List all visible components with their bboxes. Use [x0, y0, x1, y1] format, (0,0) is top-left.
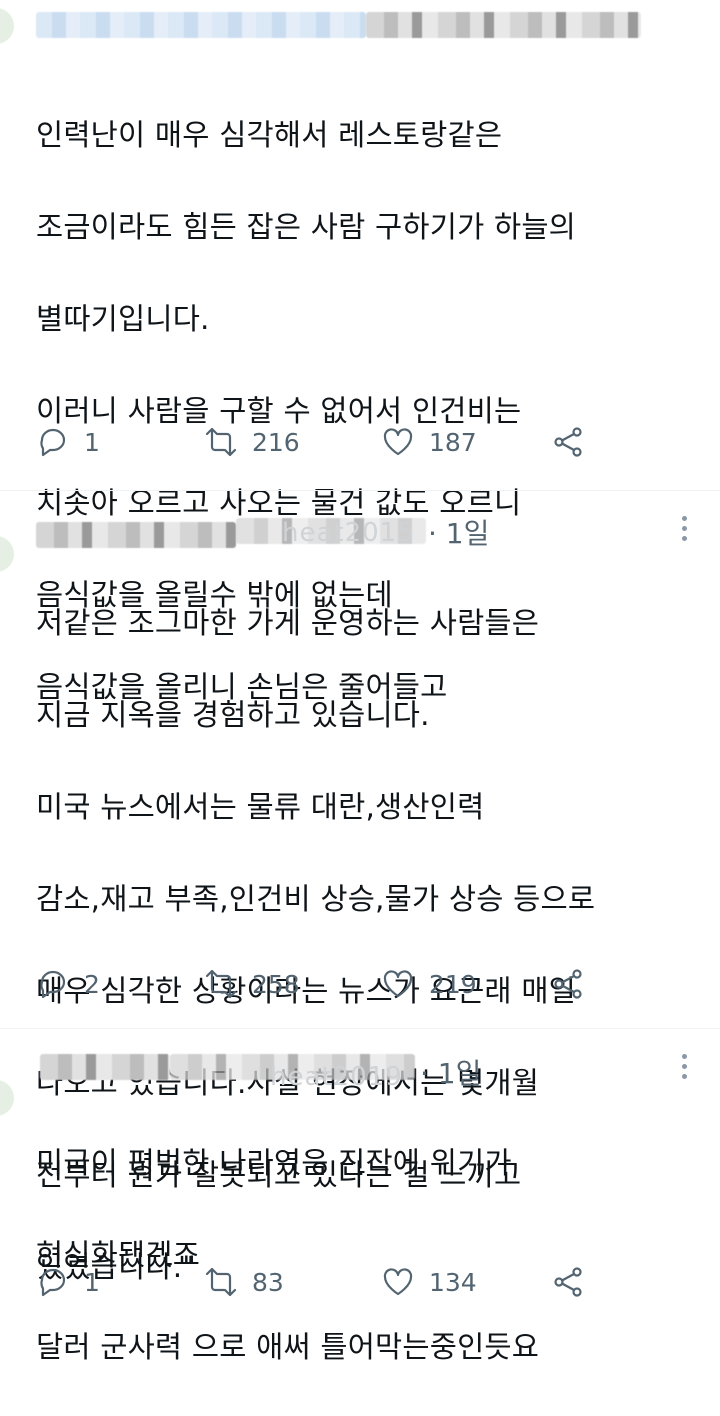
tweet-text-line: 지금 지옥을 경험하고 있습니다. — [36, 698, 430, 732]
heart-icon — [383, 970, 413, 998]
retweet-icon — [205, 969, 237, 999]
share-icon — [554, 969, 582, 999]
blurred-username — [36, 522, 236, 548]
tweet-actions: 1 83 134 — [36, 1260, 696, 1304]
tweet-text: 미국이 평범한 나라였음 진작에 위기가 현실화됐겠죠 달러 군사력 으로 애써… — [36, 1094, 696, 1416]
retweet-button[interactable]: 83 — [204, 1260, 284, 1304]
tweet-text-line: 저같은 조그마한 가게 운영하는 사람들은 — [36, 606, 540, 640]
retweet-count: 83 — [252, 1267, 284, 1297]
retweet-count: 258 — [252, 969, 300, 999]
tweet-actions: 1 216 187 — [36, 420, 696, 464]
tweet-text-line: 인력난이 매우 심각해서 레스토랑같은 — [36, 118, 503, 152]
retweet-count: 216 — [252, 427, 300, 457]
more-icon[interactable] — [682, 516, 688, 541]
tweet-text-line: 감소,재고 부족,인건비 상승,물가 상승 등으로 — [36, 882, 596, 916]
tweet-text-line: 별따기입니다. — [36, 302, 210, 336]
tweet-text-line: 조금이라도 힘든 잡은 사람 구하기가 하늘의 — [36, 210, 577, 244]
like-count: 134 — [429, 1267, 477, 1297]
reply-icon — [40, 970, 66, 999]
blurred-handle — [366, 12, 641, 38]
timestamp[interactable]: · 1일 — [428, 512, 489, 552]
reply-icon — [40, 428, 66, 457]
reply-button[interactable]: 1 — [36, 1260, 100, 1304]
avatar[interactable] — [0, 536, 14, 572]
avatar[interactable] — [0, 8, 14, 44]
retweet-icon — [205, 427, 237, 457]
reply-count: 1 — [84, 427, 100, 457]
like-count: 219 — [429, 969, 477, 999]
heart-icon — [383, 428, 413, 456]
tweet-text-line: 달러 군사력 으로 애써 틀어막는중인듯요 — [36, 1330, 540, 1364]
avatar[interactable] — [0, 1080, 14, 1116]
reply-count: 2 — [84, 969, 100, 999]
share-button[interactable] — [551, 1260, 585, 1304]
blurred-username — [36, 12, 366, 38]
share-button[interactable] — [551, 420, 585, 464]
tweet-1[interactable]: 인력난이 매우 심각해서 레스토랑같은 조금이라도 힘든 잡은 사람 구하기가 … — [0, 0, 720, 704]
tweet-2[interactable]: heat2015 · 1일 저같은 조그마한 가게 운영하는 사람들은 지금 지… — [0, 490, 720, 1284]
share-button[interactable] — [551, 962, 585, 1006]
share-icon — [554, 427, 582, 457]
timestamp[interactable]: · 1일 — [420, 1052, 481, 1092]
blurred-username — [40, 1054, 170, 1080]
like-button[interactable]: 187 — [381, 420, 477, 464]
more-icon[interactable] — [682, 1054, 688, 1079]
like-count: 187 — [429, 427, 477, 457]
retweet-button[interactable]: 258 — [204, 962, 300, 1006]
like-button[interactable]: 219 — [381, 962, 477, 1006]
tweet-text-line: 미국 뉴스에서는 물류 대란,생산인력 — [36, 790, 485, 824]
retweet-button[interactable]: 216 — [204, 420, 300, 464]
retweet-icon — [205, 1267, 237, 1297]
heart-icon — [383, 1268, 413, 1296]
reply-button[interactable]: 1 — [36, 420, 100, 464]
reply-icon — [40, 1268, 66, 1297]
share-icon — [554, 1267, 582, 1297]
reply-button[interactable]: 2 — [36, 962, 100, 1006]
reply-count: 1 — [84, 1267, 100, 1297]
handle-fragment: heat2015 — [282, 518, 415, 548]
tweet-text-line: 미국이 평범한 나라였음 진작에 위기가 — [36, 1146, 512, 1180]
handle-fragment: heat2019 — [270, 1062, 403, 1092]
like-button[interactable]: 134 — [381, 1260, 477, 1304]
tweet-3[interactable]: heat2019 · 1일 미국이 평범한 나라였음 진작에 위기가 현실화됐겠… — [0, 1028, 720, 1364]
tweet-actions: 2 258 219 — [36, 962, 696, 1006]
